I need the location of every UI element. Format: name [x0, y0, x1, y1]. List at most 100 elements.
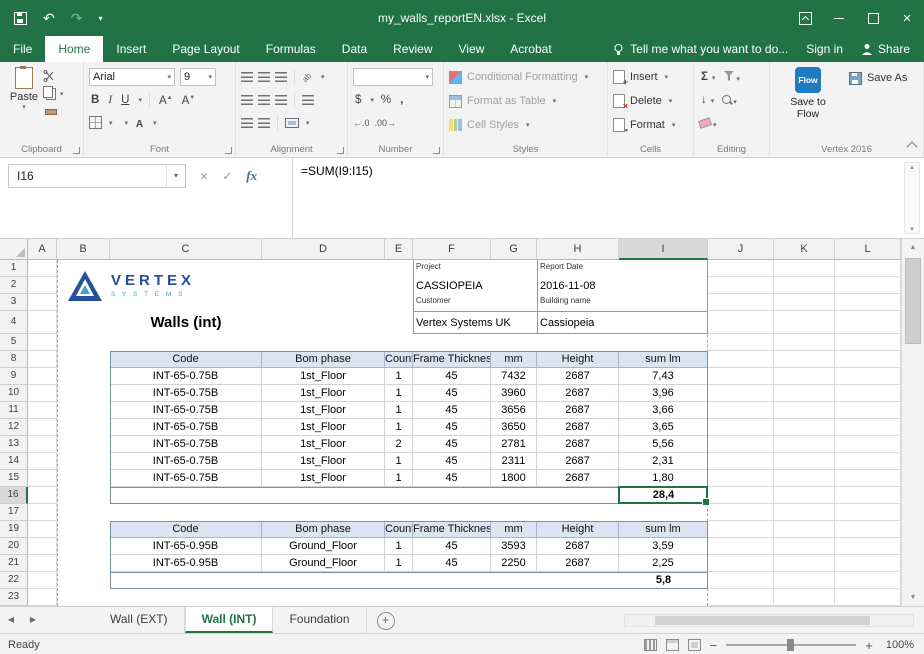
cell-F21[interactable]: 45 — [413, 555, 491, 572]
table-header-cell-C19[interactable]: Code — [110, 521, 262, 538]
table-header-cell-G8[interactable]: mm — [491, 351, 537, 368]
row-header-12[interactable]: 12 — [0, 419, 28, 436]
cell-H14[interactable]: 2687 — [537, 453, 619, 470]
cell-E15[interactable]: 1 — [385, 470, 413, 487]
cell-F14[interactable]: 45 — [413, 453, 491, 470]
font-color-button[interactable]: A — [133, 116, 146, 130]
row-header-21[interactable]: 21 — [0, 555, 28, 572]
horizontal-scroll-thumb[interactable] — [655, 616, 870, 625]
tell-me-box[interactable]: Tell me what you want to do... — [613, 42, 788, 56]
underline-button[interactable]: U — [119, 93, 131, 107]
enter-button[interactable]: ✓ — [222, 169, 232, 183]
borders-button[interactable] — [89, 116, 102, 129]
table-header-cell-H8[interactable]: Height — [537, 351, 619, 368]
ribbon-tab-review[interactable]: Review — [380, 36, 445, 62]
font-dialog-launcher[interactable] — [225, 147, 232, 154]
number-dialog-launcher[interactable] — [433, 147, 440, 154]
table-header-cell-E8[interactable]: Count — [385, 351, 413, 368]
ribbon-tab-view[interactable]: View — [446, 36, 498, 62]
save-icon[interactable] — [14, 12, 27, 25]
table-header-cell-I19[interactable]: sum lm — [619, 521, 708, 538]
vertical-scroll-thumb[interactable] — [905, 258, 921, 344]
qat-customize-button[interactable]: ▾ — [98, 14, 102, 23]
orientation-button[interactable]: ab — [301, 69, 316, 84]
column-header-I[interactable]: I — [619, 239, 708, 260]
cell-D21[interactable]: Ground_Floor — [262, 555, 385, 572]
cell-F13[interactable]: 45 — [413, 436, 491, 453]
formula-input[interactable]: =SUM(I9:I15) — [292, 158, 902, 238]
redo-button[interactable]: ↷ — [71, 11, 83, 25]
align-center-button[interactable] — [258, 95, 270, 105]
row-header-10[interactable]: 10 — [0, 385, 28, 402]
close-button[interactable]: × — [890, 0, 924, 36]
table-header-cell-E19[interactable]: Count — [385, 521, 413, 538]
column-header-E[interactable]: E — [385, 239, 413, 260]
number-format-select[interactable]: ▾ — [353, 68, 433, 86]
ribbon-tab-data[interactable]: Data — [329, 36, 380, 62]
cell-D20[interactable]: Ground_Floor — [262, 538, 385, 555]
column-header-G[interactable]: G — [491, 239, 537, 260]
table-header-cell-F8[interactable]: Frame Thickness — [413, 351, 491, 368]
increase-font-size-button[interactable]: A▲ — [157, 91, 175, 108]
cell-H13[interactable]: 2687 — [537, 436, 619, 453]
sort-filter-button[interactable]: ▾ — [723, 70, 740, 84]
cell-G13[interactable]: 2781 — [491, 436, 537, 453]
horizontal-scrollbar[interactable] — [624, 614, 914, 627]
merge-center-button[interactable] — [285, 118, 299, 128]
percent-format-button[interactable]: % — [379, 93, 393, 107]
conditional-formatting-button[interactable]: Conditional Formatting▾ — [449, 65, 602, 89]
select-all-corner[interactable] — [0, 239, 28, 260]
cancel-button[interactable]: × — [200, 168, 208, 184]
paste-button[interactable]: Paste ▾ — [5, 65, 43, 142]
minimize-button[interactable] — [822, 0, 856, 36]
zoom-out-button[interactable]: − — [710, 639, 718, 652]
cell-I10[interactable]: 3,96 — [619, 385, 708, 402]
cell-H9[interactable]: 2687 — [537, 368, 619, 385]
sheet-tab-wall-int-[interactable]: Wall (INT) — [185, 607, 274, 633]
cell-E13[interactable]: 2 — [385, 436, 413, 453]
middle-align-button[interactable] — [258, 72, 270, 82]
cell-F11[interactable]: 45 — [413, 402, 491, 419]
zoom-slider[interactable] — [726, 644, 856, 646]
cell-E10[interactable]: 1 — [385, 385, 413, 402]
cell-H20[interactable]: 2687 — [537, 538, 619, 555]
row-header-22[interactable]: 22 — [0, 572, 28, 589]
cell-H11[interactable]: 2687 — [537, 402, 619, 419]
align-right-button[interactable] — [275, 95, 287, 105]
cell-F12[interactable]: 45 — [413, 419, 491, 436]
decrease-font-size-button[interactable]: A▼ — [180, 91, 198, 108]
cell-C10[interactable]: INT-65-0.75B — [110, 385, 262, 402]
scroll-up-arrow[interactable]: ▲ — [902, 239, 924, 256]
table-header-cell-D19[interactable]: Bom phase — [262, 521, 385, 538]
row-header-8[interactable]: 8 — [0, 351, 28, 368]
maximize-button[interactable] — [856, 0, 890, 36]
column-header-K[interactable]: K — [774, 239, 835, 260]
fill-button[interactable]: ↓▾ — [699, 92, 714, 107]
row-header-9[interactable]: 9 — [0, 368, 28, 385]
save-as-button[interactable]: Save As — [849, 69, 907, 87]
cell-F20[interactable]: 45 — [413, 538, 491, 555]
zoom-slider-thumb[interactable] — [787, 639, 794, 651]
cell-C20[interactable]: INT-65-0.95B — [110, 538, 262, 555]
cell-E14[interactable]: 1 — [385, 453, 413, 470]
cell-F10[interactable]: 45 — [413, 385, 491, 402]
cell-C14[interactable]: INT-65-0.75B — [110, 453, 262, 470]
cell-C11[interactable]: INT-65-0.75B — [110, 402, 262, 419]
delete-cells-button[interactable]: × Delete▾ — [613, 89, 688, 113]
format-as-table-button[interactable]: Format as Table▾ — [449, 89, 602, 113]
cell-D12[interactable]: 1st_Floor — [262, 419, 385, 436]
table-header-cell-F19[interactable]: Frame Thickness — [413, 521, 491, 538]
table-header-cell-G19[interactable]: mm — [491, 521, 537, 538]
decrease-indent-button[interactable] — [241, 118, 253, 128]
ribbon-tab-file[interactable]: File — [0, 36, 45, 62]
wrap-text-button[interactable] — [302, 95, 314, 105]
bold-button[interactable]: B — [89, 93, 101, 107]
column-header-J[interactable]: J — [708, 239, 774, 260]
sheet-nav-right[interactable]: ▶ — [22, 607, 44, 633]
comma-format-button[interactable]: , — [398, 93, 405, 107]
cell-E12[interactable]: 1 — [385, 419, 413, 436]
column-header-L[interactable]: L — [835, 239, 901, 260]
cell-G14[interactable]: 2311 — [491, 453, 537, 470]
ribbon-tab-acrobat[interactable]: Acrobat — [497, 36, 564, 62]
name-box[interactable]: I16 ▾ — [8, 164, 186, 188]
